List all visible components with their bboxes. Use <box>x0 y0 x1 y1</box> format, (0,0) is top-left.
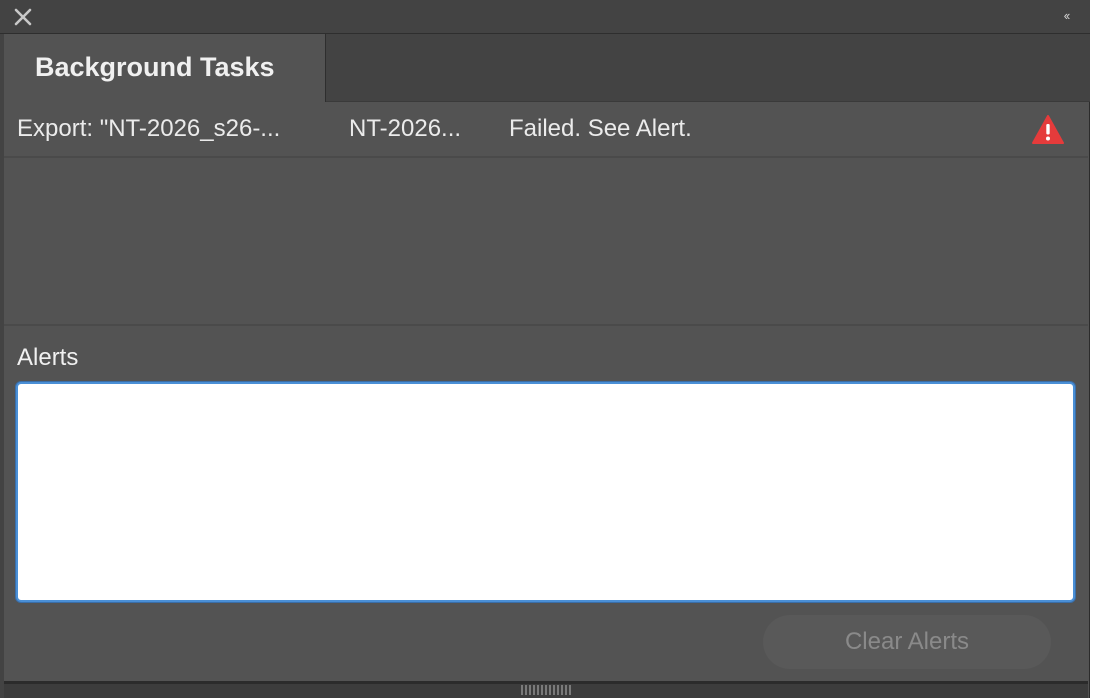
panel-bottom-bar <box>4 681 1088 698</box>
task-status: Failed. See Alert. <box>509 115 692 142</box>
task-document: NT-2026... <box>349 115 462 142</box>
task-row[interactable]: Export: "NT-2026_s26-... NT-2026... Fail… <box>4 102 1088 158</box>
alerts-textarea[interactable] <box>16 382 1075 602</box>
tab-background-tasks[interactable]: Background Tasks <box>4 34 326 102</box>
alerts-label: Alerts <box>17 344 79 371</box>
close-icon[interactable] <box>11 5 35 29</box>
tab-label: Background Tasks <box>35 52 275 82</box>
warning-icon[interactable] <box>1031 114 1065 146</box>
double-chevron-left-icon[interactable]: ‹‹ <box>1056 7 1076 25</box>
resize-grip-handle[interactable] <box>521 685 571 695</box>
panel-titlebar: ‹‹ <box>0 0 1090 34</box>
task-name: Export: "NT-2026_s26-... <box>17 115 281 142</box>
task-list-empty-area <box>4 158 1088 326</box>
tab-strip: Background Tasks <box>4 34 1090 102</box>
clear-alerts-button[interactable]: Clear Alerts <box>763 615 1051 669</box>
background-tasks-panel: ‹‹ Background Tasks Export: "NT-2026_s26… <box>0 0 1090 698</box>
